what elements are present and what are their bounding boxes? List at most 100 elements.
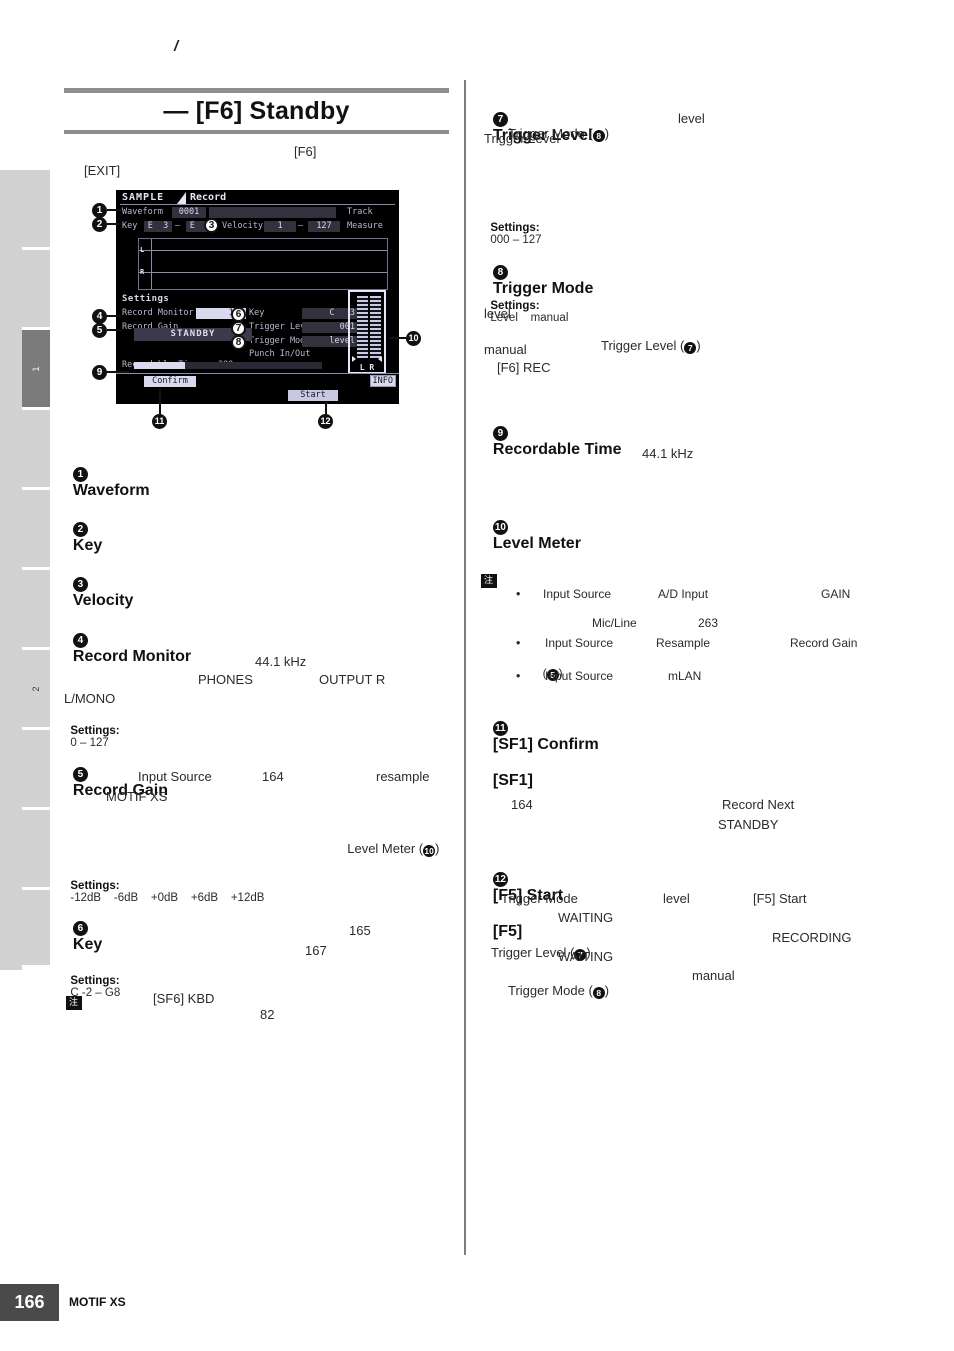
section-1-heading: 1 Waveform	[64, 444, 150, 500]
note-bullet-1-gain: GAIN	[821, 587, 851, 601]
section-9-title: Recordable Time	[492, 441, 622, 458]
footer-product-name: MOTIF XS	[69, 1295, 126, 1309]
side-tab-3[interactable]	[22, 410, 50, 490]
side-tab-2-label: 1	[31, 366, 41, 372]
section-7-trigger-mode-number: 8	[592, 130, 605, 142]
side-tab-4[interactable]	[22, 490, 50, 570]
side-tab-6[interactable]: 2	[22, 650, 50, 730]
section-3-title: Velocity	[72, 592, 134, 609]
lcd-track-label: Track	[347, 207, 373, 217]
side-tab-5[interactable]	[22, 570, 50, 650]
callout-7: 7	[231, 321, 246, 336]
lcd-waveform-name-field[interactable]	[209, 207, 336, 218]
section-5-input-source: Input Source	[138, 769, 212, 784]
section-12-waiting-1: WAITING	[558, 910, 614, 925]
section-11-record-next: Record Next	[722, 797, 795, 812]
note-bullet-1-input-source: Input Source	[543, 587, 612, 601]
section-5-level-meter-text: Level Meter (	[347, 841, 424, 856]
section-10-note-badge-wrap: 注	[481, 570, 498, 588]
section-4-phones: PHONES	[198, 672, 253, 687]
callout-5-leader	[107, 329, 121, 331]
section-4-l-mono: L/MONO	[64, 691, 116, 706]
section-11-heading: 11 [SF1] Confirm [SF1]	[484, 698, 599, 790]
note-bullet-1-ad-input: A/D Input	[658, 587, 709, 601]
side-tab-6-label: 2	[31, 686, 41, 692]
section-9-number: 9	[492, 426, 508, 441]
side-tab-2[interactable]: 1	[22, 330, 50, 410]
lcd-key-low-field[interactable]: E 3	[144, 221, 172, 232]
note-bullet-1-mic-line: Mic/Line	[592, 616, 637, 630]
section-8-manual-word: manual	[484, 342, 527, 357]
section-6-note-page-ref: 82	[260, 1007, 275, 1022]
section-11-title-b: [SF1]	[492, 772, 533, 789]
lcd-waveform-number-field[interactable]: 0001	[172, 207, 206, 218]
note-bullet-1-page-ref: 263	[698, 616, 719, 630]
lcd-waveform-channel-divider	[151, 239, 152, 289]
lcd-channel-r-label: R	[140, 268, 145, 276]
lcd-key-range-dash: –	[175, 221, 181, 231]
running-header-text: /	[174, 38, 179, 55]
lcd-settings-section-label: Settings	[122, 294, 170, 304]
side-tab-1[interactable]	[22, 250, 50, 330]
lcd-level-meter-lr-label: L R	[359, 363, 375, 372]
note-bullet-3-mlan: mLAN	[668, 669, 702, 683]
section-4-settings-label: Settings:	[70, 725, 120, 737]
section-6-note-badge-wrap: 注	[66, 992, 83, 1010]
lcd-titlebar-wedge-icon	[177, 192, 186, 204]
side-tab-8[interactable]	[22, 810, 50, 890]
section-2-heading: 2 Key	[64, 499, 102, 555]
note-badge-icon: 注	[66, 996, 83, 1010]
column-divider	[464, 80, 466, 1255]
lcd-velocity-low-field[interactable]: 1	[264, 221, 296, 232]
callout-9: 9	[92, 365, 107, 380]
section-4-sample-rate: 44.1 kHz	[255, 654, 307, 669]
section-10-number: 10	[492, 520, 508, 535]
lcd-level-meter-bar-left	[357, 296, 368, 358]
lcd-velocity-range-dash: –	[298, 221, 304, 231]
lcd-page-label: Record	[190, 192, 227, 203]
side-tab-9[interactable]	[22, 890, 50, 968]
section-2-number: 2	[72, 522, 88, 537]
lcd-sf1-confirm-button[interactable]: Confirm	[144, 376, 196, 387]
callout-1-leader	[107, 209, 121, 211]
section-5-page-ref: 164	[262, 769, 284, 784]
section-8-trigger-level-ref: Trigger Level (7)	[594, 323, 701, 354]
callout-5: 5	[92, 323, 107, 338]
lcd-velocity-high-field[interactable]: 127	[308, 221, 340, 232]
section-6-number: 6	[72, 921, 88, 936]
side-tab-rail: 1 2	[0, 170, 50, 970]
lcd-measure-label: Measure	[347, 221, 383, 231]
section-11-standby: STANDBY	[718, 817, 779, 832]
section-10-heading: 10 Level Meter	[484, 497, 581, 553]
tab-rail-background	[0, 170, 22, 970]
callout-11: 11	[152, 414, 167, 429]
lcd-screenshot-figure: SAMPLE Record Waveform 0001 Track Key E …	[116, 190, 399, 404]
section-11-page-ref: 164	[511, 797, 533, 812]
lcd-f5-start-button[interactable]: Start	[288, 390, 338, 401]
callout-3: 3	[204, 218, 219, 233]
side-tab-0[interactable]	[22, 170, 50, 250]
lcd-mode-label: SAMPLE	[122, 192, 165, 203]
section-12-trigger-mode-ref: Trigger Mode (8)	[501, 968, 609, 999]
note-bullet-2-resample: Resample	[656, 636, 711, 650]
section-7-settings: Settings: 000 – 127	[484, 210, 541, 246]
lcd-info-button[interactable]: INFO	[369, 375, 396, 387]
section-5-level-meter-number: 10	[423, 845, 436, 857]
intro-f6-reference: [F6]	[294, 144, 317, 159]
section-4-number: 4	[72, 633, 88, 648]
section-1-number: 1	[72, 467, 88, 482]
section-12-level-word: level	[663, 891, 690, 906]
note-bullet-2-marker: •	[516, 636, 521, 650]
section-2-title: Key	[72, 537, 103, 554]
lcd-titlebar: SAMPLE Record	[120, 192, 395, 205]
side-tab-7[interactable]	[22, 730, 50, 810]
section-12-trigger-mode-text: Trigger Mode (	[508, 983, 593, 998]
callout-4: 4	[92, 309, 107, 324]
section-6-note-sf6-kbd: [SF6] KBD	[153, 991, 215, 1006]
section-9-heading: 9 Recordable Time	[484, 403, 622, 459]
section-6-heading: 6 Key	[64, 898, 102, 954]
lcd-waveform-line-r	[139, 272, 387, 273]
lcd-key2-label: Key	[249, 308, 265, 318]
section-12-recording: RECORDING	[772, 930, 852, 945]
section-7-trigger-level-text: Trigger Level	[484, 131, 560, 146]
